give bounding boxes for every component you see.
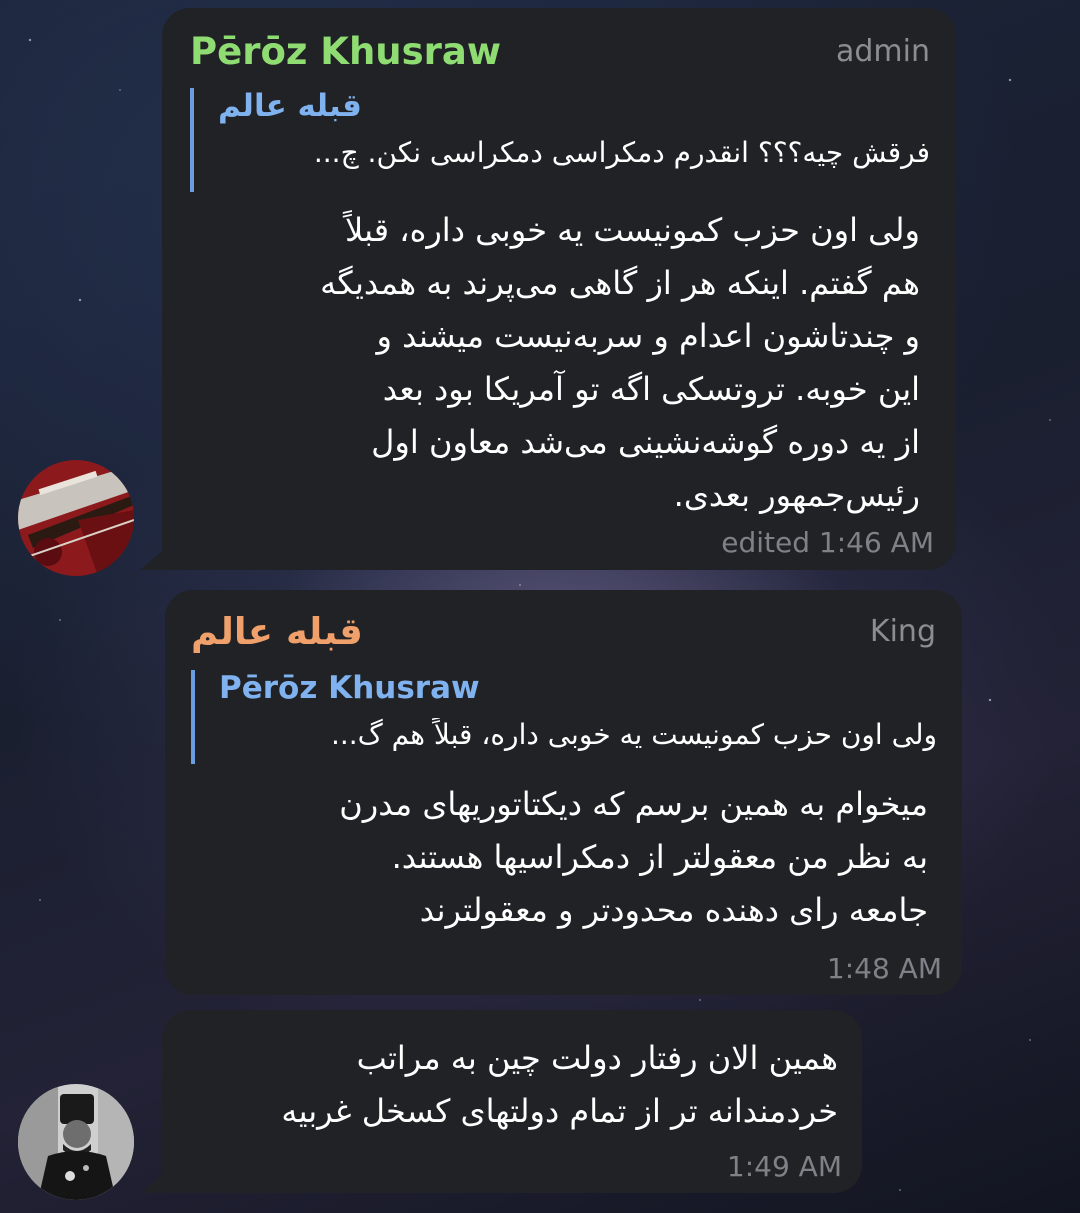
message-timestamp: edited 1:46 AM [721, 526, 934, 559]
sender-name[interactable]: قبله عالم [191, 610, 363, 653]
message-line: این خوبه. تروتسکی اگه تو آمریکا بود بعد [382, 370, 920, 408]
message-line: و چندتاشون اعدام و سربه‌نیست میشند و [376, 317, 920, 355]
message-text: ولی اون حزب کمونیست یه خوبی داره، قبلاً … [200, 204, 920, 522]
message-timestamp: 1:48 AM [826, 952, 942, 985]
reply-text: فرقش چیه؟؟؟ انقدرم دمکراسی دمکراسی نکن. … [313, 136, 930, 169]
message-bubble[interactable]: Pērōz Khusraw admin قبله عالم فرقش چیه؟؟… [162, 8, 956, 570]
guitar-photo-avatar-icon[interactable] [18, 460, 134, 576]
message-text: میخوام به همین برسم که دیکتاتوریهای مدرن… [198, 778, 928, 937]
reply-sender-name: Pērōz Khusraw [219, 670, 480, 706]
reply-text: ولی اون حزب کمونیست یه خوبی داره، قبلاً … [330, 718, 937, 751]
message-line: میخوام به همین برسم که دیکتاتوریهای مدرن [339, 785, 928, 823]
reply-quote[interactable]: Pērōz Khusraw ولی اون حزب کمونیست یه خوب… [191, 670, 937, 764]
message-timestamp: 1:49 AM [726, 1150, 842, 1183]
message-line: از یه دوره گوشه‌نشینی می‌شد معاون اول [371, 423, 920, 461]
message-line: جامعه رای دهنده محدودتر و معقولترند [419, 891, 928, 929]
message-line: به نظر من معقولتر از دمکراسیها هستند. [391, 838, 928, 876]
sender-role-badge: King [869, 614, 936, 649]
reply-sender-name: قبله عالم [218, 88, 362, 124]
sender-role-badge: admin [836, 34, 930, 69]
sender-name[interactable]: Pērōz Khusraw [190, 30, 501, 73]
message-line: ولی اون حزب کمونیست یه خوبی داره، قبلاً [345, 211, 920, 249]
message-bubble[interactable]: قبله عالم King Pērōz Khusraw ولی اون حزب… [165, 590, 962, 995]
reply-quote[interactable]: قبله عالم فرقش چیه؟؟؟ انقدرم دمکراسی دمک… [190, 88, 930, 192]
message-bubble[interactable]: همین الان رفتار دولت چین به مراتب خردمند… [162, 1010, 862, 1193]
message-line: همین الان رفتار دولت چین به مراتب [356, 1039, 838, 1077]
message-text: همین الان رفتار دولت چین به مراتب خردمند… [178, 1032, 838, 1138]
message-line: خردمندانه تر از تمام دولتهای کسخل غربیه [281, 1092, 838, 1130]
portrait-photo-avatar-icon[interactable] [18, 1084, 134, 1200]
message-line: هم گفتم. اینکه هر از گاهی می‌پرند به همد… [320, 264, 920, 302]
message-line: رئیس‌جمهور بعدی. [673, 476, 920, 514]
